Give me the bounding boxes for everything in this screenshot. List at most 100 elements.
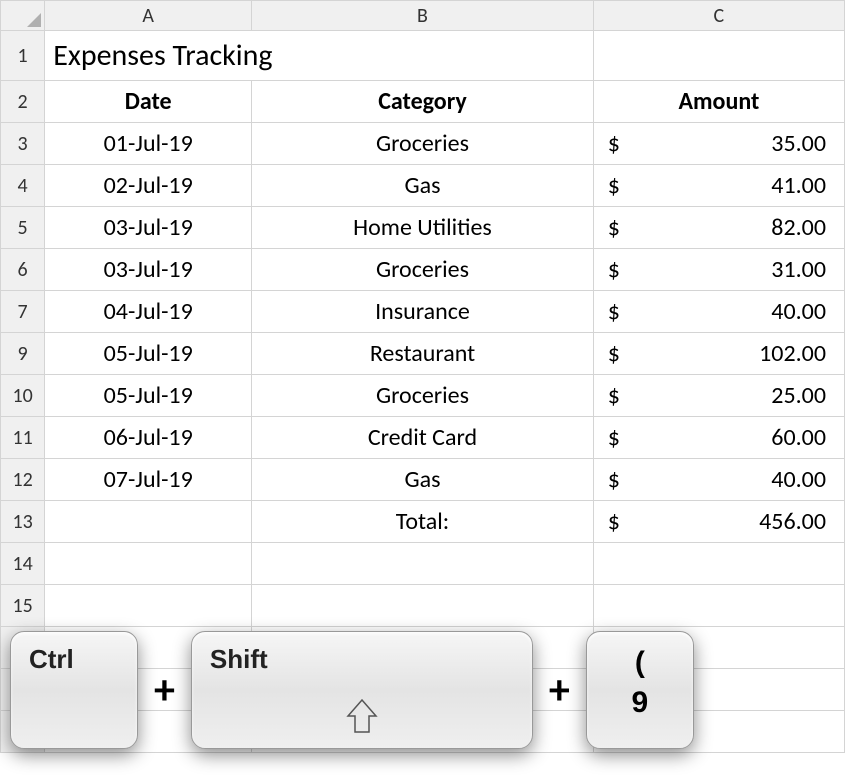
- key-label: Shift: [210, 644, 514, 675]
- ctrl-key-icon: Ctrl: [10, 631, 138, 749]
- cell[interactable]: [45, 585, 252, 627]
- cell-date[interactable]: 03-Jul-19: [45, 207, 252, 249]
- row-header[interactable]: 5: [1, 207, 45, 249]
- shift-arrow-icon: [342, 696, 382, 736]
- cell-amount[interactable]: $35.00: [593, 123, 844, 165]
- plus-icon: +: [150, 665, 179, 716]
- amount-value: 60.00: [771, 423, 826, 452]
- row-header[interactable]: 14: [1, 543, 45, 585]
- col-header-B[interactable]: B: [252, 1, 594, 31]
- table-row[interactable]: 6 03-Jul-19 Groceries $31.00: [1, 249, 845, 291]
- table-row[interactable]: 7 04-Jul-19 Insurance $40.00: [1, 291, 845, 333]
- cell-category[interactable]: Groceries: [252, 249, 594, 291]
- cell-category[interactable]: Credit Card: [252, 417, 594, 459]
- row-header[interactable]: 4: [1, 165, 45, 207]
- table-row[interactable]: 4 02-Jul-19 Gas $41.00: [1, 165, 845, 207]
- currency-symbol: $: [608, 423, 620, 452]
- shift-key-icon: Shift: [191, 631, 533, 749]
- amount-value: 25.00: [771, 381, 826, 410]
- cell-date[interactable]: 06-Jul-19: [45, 417, 252, 459]
- cell-amount[interactable]: $40.00: [593, 459, 844, 501]
- cell-amount[interactable]: $60.00: [593, 417, 844, 459]
- cell-category[interactable]: Gas: [252, 165, 594, 207]
- amount-value: 35.00: [771, 129, 826, 158]
- cell[interactable]: [252, 585, 594, 627]
- keyboard-shortcut-overlay: Ctrl + Shift + ( 9: [10, 631, 694, 749]
- title-cell[interactable]: Expenses Tracking: [45, 31, 594, 81]
- table-row[interactable]: 3 01-Jul-19 Groceries $35.00: [1, 123, 845, 165]
- cell-date[interactable]: 03-Jul-19: [45, 249, 252, 291]
- currency-symbol: $: [608, 171, 620, 200]
- cell-date[interactable]: 07-Jul-19: [45, 459, 252, 501]
- cell-date[interactable]: 05-Jul-19: [45, 333, 252, 375]
- table-row[interactable]: 10 05-Jul-19 Groceries $25.00: [1, 375, 845, 417]
- cell[interactable]: [593, 585, 844, 627]
- currency-symbol: $: [608, 255, 620, 284]
- amount-value: 82.00: [771, 213, 826, 242]
- amount-value: 31.00: [771, 255, 826, 284]
- select-all-corner[interactable]: [1, 1, 45, 31]
- cell-category[interactable]: Insurance: [252, 291, 594, 333]
- cell[interactable]: [45, 501, 252, 543]
- cell-category[interactable]: Groceries: [252, 375, 594, 417]
- currency-symbol: $: [608, 339, 620, 368]
- total-amount[interactable]: $456.00: [593, 501, 844, 543]
- row-header[interactable]: 15: [1, 585, 45, 627]
- header-amount[interactable]: Amount: [593, 81, 844, 123]
- cell-category[interactable]: Groceries: [252, 123, 594, 165]
- paren-9-key-icon: ( 9: [586, 631, 694, 749]
- cell-category[interactable]: Restaurant: [252, 333, 594, 375]
- cell[interactable]: [252, 543, 594, 585]
- row-header[interactable]: 12: [1, 459, 45, 501]
- col-header-C[interactable]: C: [593, 1, 844, 31]
- row-header[interactable]: 10: [1, 375, 45, 417]
- amount-value: 456.00: [759, 507, 826, 536]
- cell-date[interactable]: 02-Jul-19: [45, 165, 252, 207]
- col-header-A[interactable]: A: [45, 1, 252, 31]
- row-header[interactable]: 3: [1, 123, 45, 165]
- row-header[interactable]: 13: [1, 501, 45, 543]
- currency-symbol: $: [608, 297, 620, 326]
- row-header[interactable]: 1: [1, 31, 45, 81]
- currency-symbol: $: [608, 381, 620, 410]
- key-label-nine: 9: [632, 688, 649, 718]
- row-header[interactable]: 6: [1, 249, 45, 291]
- total-row[interactable]: 13 Total: $456.00: [1, 501, 845, 543]
- row-header[interactable]: 9: [1, 333, 45, 375]
- cell[interactable]: [45, 543, 252, 585]
- key-label-paren: (: [635, 648, 645, 678]
- table-row[interactable]: 11 06-Jul-19 Credit Card $60.00: [1, 417, 845, 459]
- cell-amount[interactable]: $31.00: [593, 249, 844, 291]
- cell-date[interactable]: 04-Jul-19: [45, 291, 252, 333]
- cell-category[interactable]: Gas: [252, 459, 594, 501]
- table-row[interactable]: 5 03-Jul-19 Home Utilities $82.00: [1, 207, 845, 249]
- amount-value: 40.00: [771, 465, 826, 494]
- cell-date[interactable]: 01-Jul-19: [45, 123, 252, 165]
- row-header[interactable]: 11: [1, 417, 45, 459]
- header-category[interactable]: Category: [252, 81, 594, 123]
- cell[interactable]: [593, 543, 844, 585]
- row-header[interactable]: 2: [1, 81, 45, 123]
- total-label[interactable]: Total:: [252, 501, 594, 543]
- cell-category[interactable]: Home Utilities: [252, 207, 594, 249]
- amount-value: 102.00: [759, 339, 826, 368]
- plus-icon: +: [545, 665, 574, 716]
- cell[interactable]: [593, 31, 844, 81]
- cell-amount[interactable]: $25.00: [593, 375, 844, 417]
- cell-date[interactable]: 05-Jul-19: [45, 375, 252, 417]
- cell-amount[interactable]: $40.00: [593, 291, 844, 333]
- currency-symbol: $: [608, 129, 620, 158]
- cell-amount[interactable]: $82.00: [593, 207, 844, 249]
- currency-symbol: $: [608, 465, 620, 494]
- table-row[interactable]: 9 05-Jul-19 Restaurant $102.00: [1, 333, 845, 375]
- cell-amount[interactable]: $102.00: [593, 333, 844, 375]
- amount-value: 40.00: [771, 297, 826, 326]
- header-date[interactable]: Date: [45, 81, 252, 123]
- currency-symbol: $: [608, 213, 620, 242]
- key-label: Ctrl: [29, 644, 119, 675]
- row-header[interactable]: 7: [1, 291, 45, 333]
- currency-symbol: $: [608, 507, 620, 536]
- cell-amount[interactable]: $41.00: [593, 165, 844, 207]
- table-row[interactable]: 12 07-Jul-19 Gas $40.00: [1, 459, 845, 501]
- amount-value: 41.00: [771, 171, 826, 200]
